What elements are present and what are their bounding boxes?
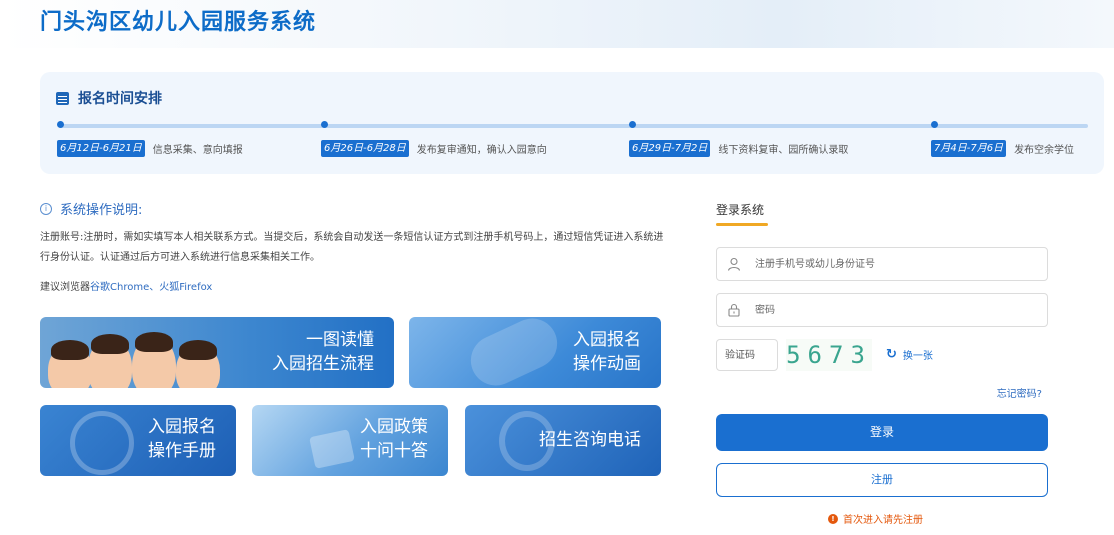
password-field[interactable] xyxy=(716,293,1048,327)
tile-enrollment-flow[interactable]: 一图读懂 入园招生流程 xyxy=(40,317,394,388)
refresh-icon: ↻ xyxy=(886,347,897,362)
captcha-field[interactable] xyxy=(716,339,778,371)
site-title: 门头沟区幼儿入园服务系统 xyxy=(40,10,317,35)
schedule-title: 报名时间安排 xyxy=(78,91,162,107)
timeline-desc: 发布复审通知，确认入园意向 xyxy=(416,145,547,156)
username-input[interactable] xyxy=(755,254,1035,274)
tile-enrollment-hotline[interactable]: 招生咨询电话 xyxy=(465,405,661,476)
tile-label: 入园政策 十问十答 xyxy=(360,417,428,461)
forgot-password-link[interactable]: 忘记密码? xyxy=(997,385,1042,400)
login-title: 登录系统 xyxy=(716,203,765,217)
header-banner: 门头沟区幼儿入园服务系统 xyxy=(0,0,1114,48)
browser-links: 谷歌Chrome、火狐Firefox xyxy=(90,282,213,293)
children-illustration xyxy=(48,326,248,388)
hand-illustration xyxy=(462,317,566,388)
timeline-dot xyxy=(931,121,938,128)
instructions-title: 系统操作说明: xyxy=(60,203,143,218)
calendar-icon xyxy=(56,91,69,105)
tile-policy-faq[interactable]: 入园政策 十问十答 xyxy=(252,405,448,476)
tile-label: 一图读懂 入园招生流程 xyxy=(272,330,374,374)
timeline-desc: 信息采集、意向填报 xyxy=(152,145,243,156)
tile-label: 入园报名 操作手册 xyxy=(148,417,216,461)
browser-recommendation: 建议浏览器谷歌Chrome、火狐Firefox xyxy=(40,278,212,293)
timeline-desc: 线下资料复审、园所确认录取 xyxy=(718,145,849,156)
schedule-panel: 报名时间安排 6月12日-6月21日 信息采集、意向填报 6月26日-6月28日… xyxy=(40,72,1104,174)
compass-illustration xyxy=(70,411,134,475)
tile-label: 入园报名 操作动画 xyxy=(573,330,641,374)
timeline-date: 7月4日-7月6日 xyxy=(931,140,1007,157)
user-icon xyxy=(727,257,741,271)
instructions-text: 注册账号:注册时，需如实填写本人相关联系方式。当提交后，系统会自动发送一条短信认… xyxy=(40,232,664,263)
timeline-dot xyxy=(629,121,636,128)
timeline-desc: 发布空余学位 xyxy=(1014,145,1075,156)
timeline-date: 6月29日-7月2日 xyxy=(629,140,711,157)
schedule-header: 报名时间安排 xyxy=(56,88,162,108)
refresh-captcha-button[interactable]: ↻ 换一张 xyxy=(886,347,933,362)
tile-registration-manual[interactable]: 入园报名 操作手册 xyxy=(40,405,236,476)
instructions-header: i 系统操作说明: xyxy=(40,199,142,218)
timeline-date: 6月12日-6月21日 xyxy=(57,140,145,157)
timeline-date: 6月26日-6月28日 xyxy=(321,140,409,157)
tile-registration-animation[interactable]: 入园报名 操作动画 xyxy=(409,317,661,388)
captcha-input[interactable] xyxy=(725,346,773,364)
notice-text: 首次进入请先注册 xyxy=(843,515,923,526)
register-button[interactable]: 注册 xyxy=(716,463,1048,497)
warning-icon: ! xyxy=(828,513,838,524)
faq-illustration xyxy=(309,429,355,469)
register-notice: ! 首次进入请先注册 xyxy=(828,511,923,526)
timeline-dot xyxy=(57,121,64,128)
login-title-underline xyxy=(716,223,768,226)
username-field[interactable] xyxy=(716,247,1048,281)
timeline-dot xyxy=(321,121,328,128)
browser-prefix: 建议浏览器 xyxy=(40,282,90,293)
password-input[interactable] xyxy=(755,300,1035,320)
tile-label: 招生咨询电话 xyxy=(539,430,641,450)
info-icon: i xyxy=(40,202,52,215)
login-button[interactable]: 登录 xyxy=(716,414,1048,451)
refresh-captcha-label: 换一张 xyxy=(902,351,933,362)
lock-icon xyxy=(728,303,740,317)
captcha-image[interactable]: 5673 xyxy=(786,339,872,371)
